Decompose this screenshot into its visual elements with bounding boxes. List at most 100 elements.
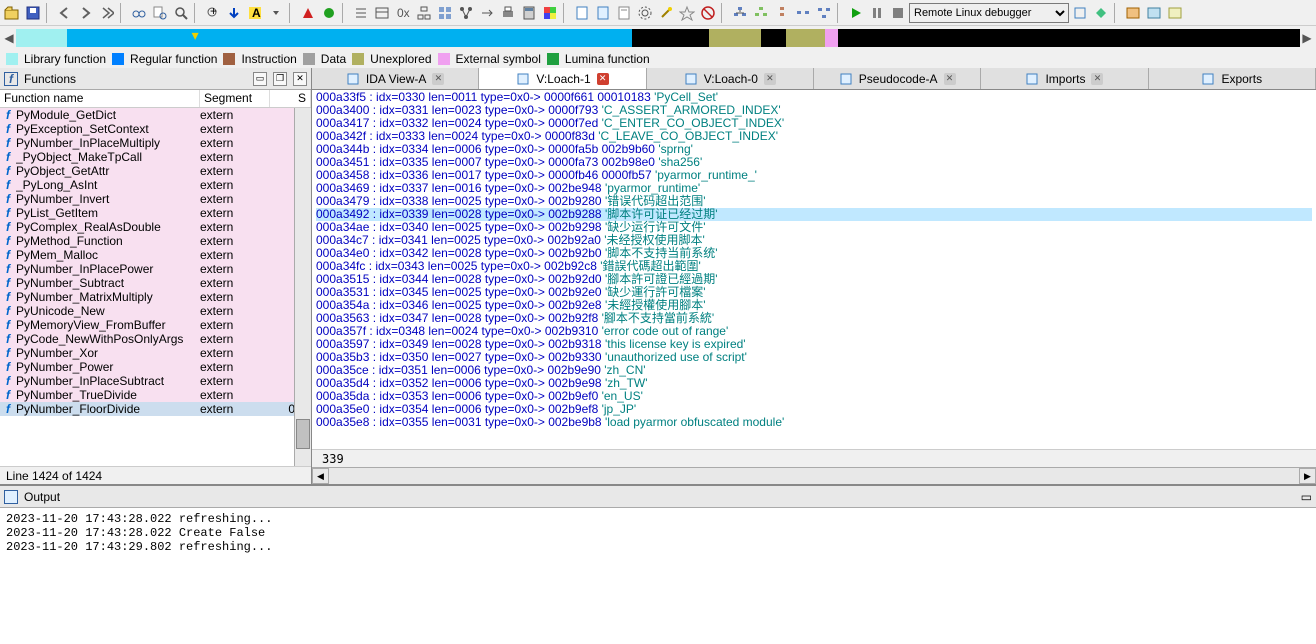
function-row[interactable]: fPyNumber_Powerextern0 [0, 360, 311, 374]
wand-icon[interactable] [656, 3, 676, 23]
tab-close-icon[interactable]: ✕ [597, 73, 609, 85]
disasm-line[interactable]: 000a35e8 : idx=0355 len=0031 type=0x0-> … [316, 416, 1312, 429]
restore-icon[interactable]: ❐ [273, 72, 287, 86]
col-segment[interactable]: Segment [200, 90, 270, 107]
save-icon[interactable] [23, 3, 43, 23]
dropdown-icon[interactable] [266, 3, 286, 23]
green-circle-icon[interactable] [319, 3, 339, 23]
legend-swatch [6, 53, 18, 65]
function-row[interactable]: fPyNumber_InPlaceMultiplyextern0 [0, 136, 311, 150]
opt3-icon[interactable] [1165, 3, 1185, 23]
function-row[interactable]: f_PyLong_AsIntextern0 [0, 178, 311, 192]
function-row[interactable]: fPyObject_GetAttrextern0 [0, 164, 311, 178]
function-row[interactable]: fPyModule_GetDictextern0 [0, 108, 311, 122]
star-icon[interactable] [677, 3, 697, 23]
tab-close-icon[interactable]: ✕ [432, 73, 444, 85]
function-row[interactable]: fPyNumber_Subtractextern0 [0, 276, 311, 290]
minimize-icon[interactable]: ▭ [253, 72, 267, 86]
tree5-icon[interactable] [814, 3, 834, 23]
function-row[interactable]: fPyNumber_InPlacePowerextern0 [0, 262, 311, 276]
hex-icon[interactable]: 0x [393, 3, 413, 23]
highlight-a-icon[interactable]: A [245, 3, 265, 23]
horizontal-scrollbar[interactable]: ◀ ▶ [312, 467, 1316, 484]
pause-icon[interactable] [867, 3, 887, 23]
tab-v-loach-1[interactable]: V:Loach-1✕ [479, 68, 646, 89]
function-row[interactable]: fPyMem_Mallocextern0 [0, 248, 311, 262]
tab-close-icon[interactable]: ✕ [1091, 73, 1103, 85]
function-row[interactable]: fPyMethod_Functionextern0 [0, 234, 311, 248]
nav-track[interactable]: ▾ [16, 29, 1300, 47]
dbg1-icon[interactable] [1070, 3, 1090, 23]
functions-list[interactable]: fPyModule_GetDictextern0fPyException_Set… [0, 108, 311, 466]
goto-input[interactable]: 339 [312, 449, 1316, 467]
debugger-select[interactable]: Remote Linux debugger [909, 3, 1069, 23]
script3-icon[interactable] [614, 3, 634, 23]
function-row[interactable]: fPyUnicode_Newextern0 [0, 304, 311, 318]
function-row[interactable]: fPyException_SetContextextern0 [0, 122, 311, 136]
tab-imports[interactable]: Imports✕ [981, 68, 1148, 89]
function-row[interactable]: fPyNumber_MatrixMultiplyextern0 [0, 290, 311, 304]
flow-icon[interactable] [456, 3, 476, 23]
calc-icon[interactable] [519, 3, 539, 23]
text-search-icon[interactable] [150, 3, 170, 23]
graph-icon[interactable] [414, 3, 434, 23]
tab-label: V:Loach-0 [704, 72, 758, 86]
output-body[interactable]: 2023-11-20 17:43:28.022 refreshing... 20… [0, 508, 1316, 644]
tab-close-icon[interactable]: ✕ [944, 73, 956, 85]
tab-v-loach-0[interactable]: V:Loach-0 ✕ [647, 68, 814, 89]
tree3-icon[interactable] [772, 3, 792, 23]
col-function-name[interactable]: Function name [0, 90, 200, 107]
function-row[interactable]: fPyNumber_Xorextern0 [0, 346, 311, 360]
dbg2-icon[interactable] [1091, 3, 1111, 23]
palette-icon[interactable] [540, 3, 560, 23]
find-icon[interactable] [171, 3, 191, 23]
list-icon[interactable] [351, 3, 371, 23]
gear-icon[interactable] [635, 3, 655, 23]
hsb-left-icon[interactable]: ◀ [312, 468, 329, 484]
opt2-icon[interactable] [1144, 3, 1164, 23]
back-icon[interactable] [55, 3, 75, 23]
col-s[interactable]: S [270, 90, 311, 107]
function-row[interactable]: fPyNumber_InPlaceSubtractextern0 [0, 374, 311, 388]
forward-icon[interactable] [76, 3, 96, 23]
red-triangle-icon[interactable] [298, 3, 318, 23]
function-row[interactable]: fPyCode_NewWithPosOnlyArgsextern0 [0, 332, 311, 346]
disassembly-view[interactable]: 000a33f5 : idx=0330 len=0011 type=0x0-> … [312, 90, 1316, 449]
script2-icon[interactable] [593, 3, 613, 23]
zoom-in-icon[interactable]: + [203, 3, 223, 23]
tab-pseudocode-a[interactable]: Pseudocode-A✕ [814, 68, 981, 89]
stop-icon[interactable] [888, 3, 908, 23]
function-row[interactable]: f_PyObject_MakeTpCallextern0 [0, 150, 311, 164]
script-icon[interactable] [572, 3, 592, 23]
tab-exports[interactable]: Exports [1149, 68, 1316, 89]
hsb-right-icon[interactable]: ▶ [1299, 468, 1316, 484]
tab-ida-view-a[interactable]: IDA View-A✕ [312, 68, 479, 89]
functions-scrollbar[interactable] [294, 108, 311, 466]
xref-icon[interactable] [477, 3, 497, 23]
function-f-icon: f [0, 318, 16, 332]
struct-icon[interactable] [435, 3, 455, 23]
close-icon[interactable]: ✕ [293, 72, 307, 86]
output-restore-icon[interactable]: ▭ [1301, 490, 1312, 504]
down-arrow-icon[interactable] [224, 3, 244, 23]
tree-icon[interactable] [730, 3, 750, 23]
function-row[interactable]: fPyNumber_Invertextern0 [0, 192, 311, 206]
function-row[interactable]: fPyComplex_RealAsDoubleextern0 [0, 220, 311, 234]
print-icon[interactable] [498, 3, 518, 23]
forward2-icon[interactable] [97, 3, 117, 23]
open-icon[interactable] [2, 3, 22, 23]
tree2-icon[interactable] [751, 3, 771, 23]
run-icon[interactable] [846, 3, 866, 23]
opt1-icon[interactable] [1123, 3, 1143, 23]
function-row[interactable]: fPyList_GetItemextern0 [0, 206, 311, 220]
nav-right-icon[interactable]: ▶ [1300, 29, 1314, 47]
list2-icon[interactable] [372, 3, 392, 23]
function-row[interactable]: fPyMemoryView_FromBufferextern0 [0, 318, 311, 332]
function-row[interactable]: fPyNumber_FloorDivideextern0 » [0, 402, 311, 416]
nav-left-icon[interactable]: ◀ [2, 29, 16, 47]
binoculars-icon[interactable] [129, 3, 149, 23]
tab-close-icon[interactable]: ✕ [764, 73, 776, 85]
tree4-icon[interactable] [793, 3, 813, 23]
cancel-icon[interactable] [698, 3, 718, 23]
function-row[interactable]: fPyNumber_TrueDivideextern0 [0, 388, 311, 402]
